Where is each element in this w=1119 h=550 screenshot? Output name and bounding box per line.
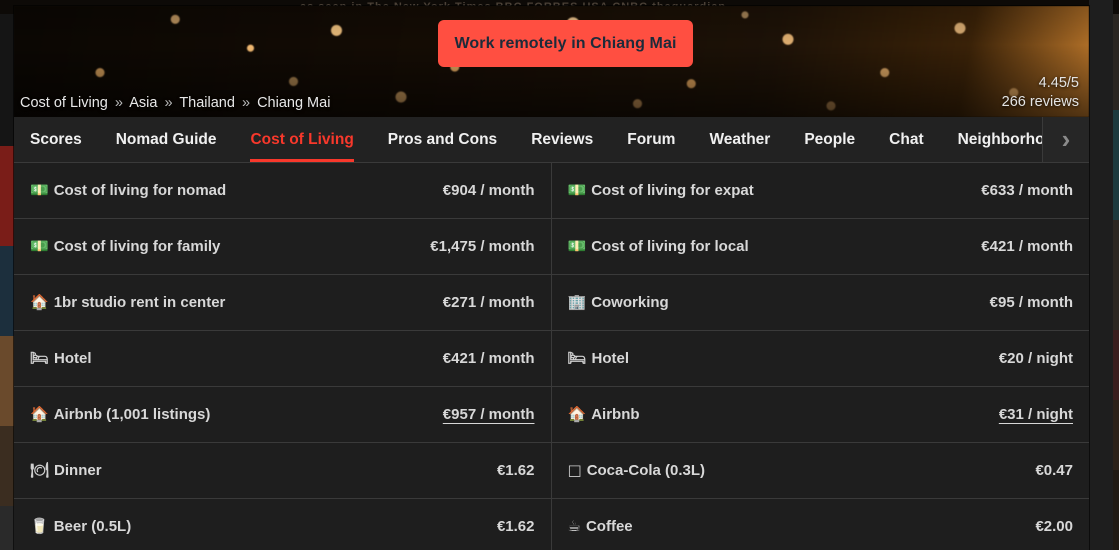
cost-row: 💵 Cost of living for family €1,475 / month — [14, 219, 552, 275]
cost-row: □ Coca-Cola (0.3L) €0.47 — [551, 443, 1089, 499]
cost-row-label-group: 🛏 Hotel — [30, 350, 92, 367]
hero-banner: Work remotely in Chiang Mai Cost of Livi… — [14, 6, 1089, 117]
bed-icon: 🛏 — [567, 349, 587, 367]
tab-list: Scores Nomad Guide Cost of Living Pros and … — [14, 117, 1089, 162]
dinner-plate-icon: 🍽 — [30, 461, 50, 479]
cost-row-label: Hotel — [54, 350, 92, 367]
cost-row: 💵 Cost of living for local €421 / month — [551, 219, 1089, 275]
cost-row-label: Airbnb (1,001 listings) — [53, 406, 211, 423]
cost-row-label: Beer (0.5L) — [53, 518, 132, 535]
breadcrumb-separator: » — [164, 95, 173, 111]
coffee-cup-icon: ☕ — [567, 517, 581, 535]
cost-row-value: €1.62 — [496, 518, 535, 535]
breadcrumb: Cost of Living » Asia » Thailand » Chian… — [20, 95, 330, 111]
money-banknote-icon: 💵 — [30, 237, 49, 255]
cost-row-value: €904 / month — [442, 182, 535, 199]
cost-row-value: €20 / night — [998, 350, 1073, 367]
cost-row: 🏠 Airbnb €31 / night — [551, 387, 1089, 443]
cost-row-label: Cost of living for local — [591, 238, 749, 255]
tab-nomad-guide[interactable]: Nomad Guide — [99, 117, 234, 162]
cost-row: 🥛 Beer (0.5L) €1.62 — [14, 499, 552, 550]
rating-review-count[interactable]: 266 reviews — [1002, 93, 1079, 112]
tab-forum[interactable]: Forum — [610, 117, 692, 162]
cost-row-label: Cost of living for family — [53, 238, 221, 255]
cost-row: 🛏 Hotel €421 / month — [14, 331, 552, 387]
money-banknote-icon: 💵 — [567, 181, 587, 199]
cost-row-value: €2.00 — [1035, 518, 1073, 535]
breadcrumb-item-cost-of-living[interactable]: Cost of Living — [20, 95, 108, 111]
rating-block: 4.45/5 266 reviews — [1002, 74, 1079, 112]
breadcrumb-item-chiang-mai[interactable]: Chiang Mai — [257, 95, 330, 111]
cost-row-label-group: 🏠 1br studio rent in center — [30, 294, 225, 311]
cost-row-value: €1,475 / month — [430, 238, 535, 255]
section-tab-bar: Scores Nomad Guide Cost of Living Pros and … — [14, 117, 1089, 163]
cost-row-label: Coffee — [585, 518, 633, 535]
cost-row-value[interactable]: €31 / night — [999, 406, 1073, 423]
cost-row-label: Cost of living for expat — [591, 182, 754, 199]
breadcrumb-item-thailand[interactable]: Thailand — [179, 95, 235, 111]
cost-row-label-group: 🛏 Hotel — [568, 350, 630, 367]
cost-of-living-table: 💵 Cost of living for nomad €904 / month 💵 Co… — [14, 163, 1089, 550]
tab-cost-of-living[interactable]: Cost of Living — [233, 117, 370, 162]
breadcrumb-separator: » — [241, 95, 251, 111]
cost-row-value[interactable]: €957 / month — [443, 406, 535, 423]
tab-pros-and-cons[interactable]: Pros and Cons — [371, 117, 514, 162]
rating-score: 4.45/5 — [1038, 75, 1079, 91]
cost-row-value: €1.62 — [496, 462, 535, 479]
money-banknote-icon: 💵 — [567, 237, 587, 255]
tab-people[interactable]: People — [787, 117, 872, 162]
cost-row-label-group: 🍽 Dinner — [30, 462, 102, 479]
cost-row-label-group: 🏠 Airbnb (1,001 listings) — [30, 406, 210, 423]
cost-row: 🍽 Dinner €1.62 — [14, 443, 552, 499]
cost-row: 🏠 Airbnb (1,001 listings) €957 / month — [14, 387, 552, 443]
tabs-next-arrow-icon[interactable]: › — [1042, 117, 1089, 162]
cost-row-label-group: 🏠 Airbnb — [568, 406, 640, 423]
cost-row-label-group: 💵 Cost of living for family — [30, 238, 220, 255]
cost-row-label: Airbnb — [591, 406, 640, 423]
house-icon: 🏠 — [30, 293, 49, 311]
cost-row-label-group: 💵 Cost of living for local — [568, 238, 749, 255]
cost-row-label-group: 💵 Cost of living for nomad — [30, 182, 226, 199]
tab-scores[interactable]: Scores — [14, 117, 99, 162]
cost-row-value: €271 / month — [442, 294, 535, 311]
cost-row-label-group: ☕ Coffee — [568, 518, 633, 535]
cost-row-label: Hotel — [591, 350, 630, 367]
beer-glass-icon: 🥛 — [30, 517, 49, 535]
cost-row-label: Cost of living for nomad — [53, 182, 227, 199]
tab-chat[interactable]: Chat — [872, 117, 940, 162]
house-icon: 🏠 — [567, 405, 587, 423]
cost-row: 💵 Cost of living for nomad €904 / month — [14, 163, 552, 219]
cost-row: 💵 Cost of living for expat €633 / month — [551, 163, 1089, 219]
office-building-icon: 🏢 — [567, 293, 587, 311]
cost-row-label: 1br studio rent in center — [53, 294, 226, 311]
cost-row-label: Dinner — [54, 462, 102, 479]
cost-row-value: €95 / month — [989, 294, 1073, 311]
cost-row-label: Coworking — [591, 294, 669, 311]
money-banknote-icon: 💵 — [30, 181, 49, 199]
city-detail-modal: Work remotely in Chiang Mai Cost of Livi… — [14, 6, 1089, 550]
breadcrumb-item-asia[interactable]: Asia — [129, 95, 157, 111]
cost-row: ☕ Coffee €2.00 — [552, 499, 1090, 550]
cost-row-value: €421 / month — [442, 350, 535, 367]
cost-row-label-group: 🏢 Coworking — [568, 294, 669, 311]
page-scrollbar-track[interactable] — [1089, 0, 1113, 550]
cost-row: 🏠 1br studio rent in center €271 / month — [14, 275, 552, 331]
cost-row-value: €0.47 — [1035, 462, 1073, 479]
house-icon: 🏠 — [30, 405, 49, 423]
work-remotely-cta-button[interactable]: Work remotely in Chiang Mai — [438, 20, 693, 67]
cost-row-label-group: 💵 Cost of living for expat — [568, 182, 754, 199]
tab-reviews[interactable]: Reviews — [514, 117, 610, 162]
cost-row-label-group: 🥛 Beer (0.5L) — [30, 518, 131, 535]
cola-glass-icon: □ — [567, 461, 582, 479]
cost-row: 🏢 Coworking €95 / month — [551, 275, 1089, 331]
breadcrumb-separator: » — [114, 95, 123, 111]
cost-row-value: €633 / month — [981, 182, 1073, 199]
cost-row-label: Coca-Cola (0.3L) — [586, 462, 706, 479]
cost-row-value: €421 / month — [981, 238, 1073, 255]
tab-weather[interactable]: Weather — [692, 117, 787, 162]
bed-icon: 🛏 — [30, 349, 50, 367]
cost-row-label-group: □ Coca-Cola (0.3L) — [568, 462, 706, 479]
cost-row: 🛏 Hotel €20 / night — [551, 331, 1089, 387]
